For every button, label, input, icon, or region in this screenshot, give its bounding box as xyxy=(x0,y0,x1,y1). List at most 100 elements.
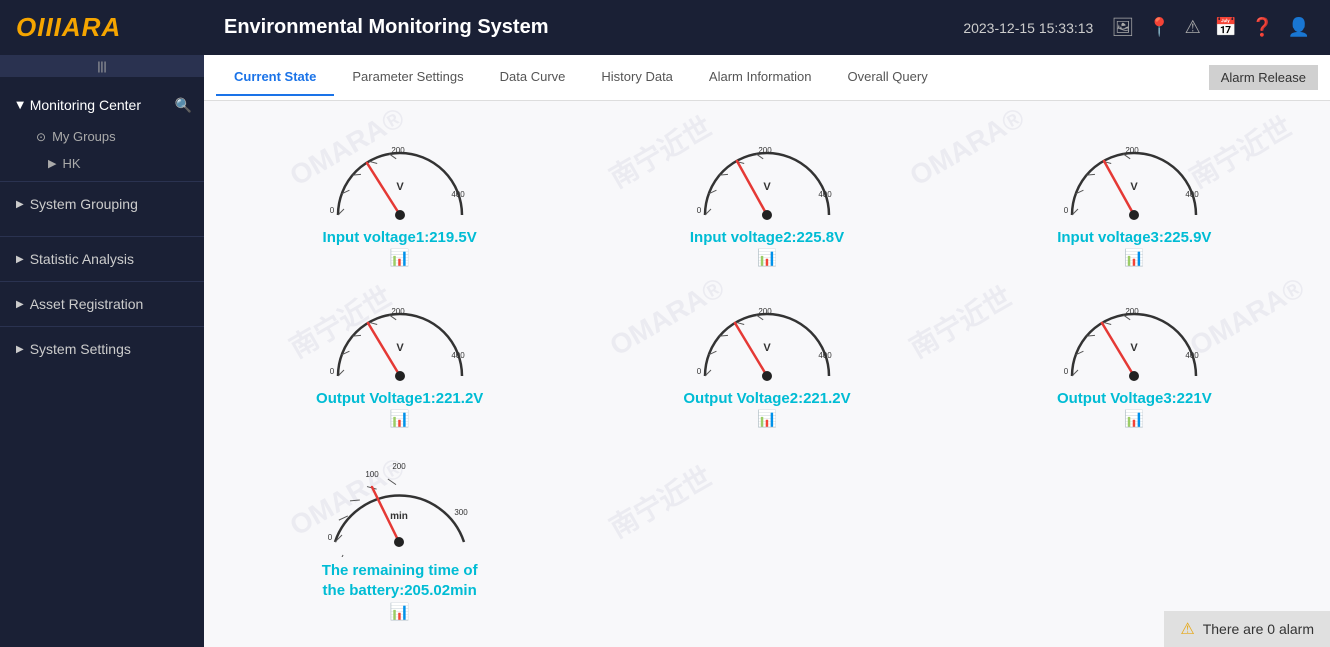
asset-arrow-icon: ▶ xyxy=(16,299,24,310)
tab-current-state[interactable]: Current State xyxy=(216,59,334,96)
svg-text:400: 400 xyxy=(818,190,832,199)
bar-chart-icon-4: 📊 xyxy=(390,409,410,429)
svg-text:min: min xyxy=(390,511,408,522)
svg-text:400: 400 xyxy=(1186,190,1200,199)
svg-text:V: V xyxy=(396,342,404,354)
gauge-svg-output-voltage-2: 0 200 400 V xyxy=(687,286,847,386)
svg-text:0: 0 xyxy=(1064,206,1069,215)
gauge-label-battery-time: The remaining time of the battery:205.02… xyxy=(315,561,485,600)
location-icon[interactable]: 📍 xyxy=(1148,17,1170,38)
topbar: Environmental Monitoring System 2023-12-… xyxy=(204,0,1330,55)
sidebar-item-my-groups[interactable]: ⊙ My Groups xyxy=(20,123,204,150)
logo-area: OIIIARA xyxy=(0,0,204,55)
svg-text:V: V xyxy=(763,342,771,354)
svg-text:400: 400 xyxy=(1186,351,1200,360)
user-icon[interactable]: 👤 xyxy=(1288,17,1310,38)
gauge-label-output-voltage-1: Output Voltage1:221.2V xyxy=(316,390,483,407)
tab-data-curve[interactable]: Data Curve xyxy=(482,59,584,96)
svg-text:0: 0 xyxy=(697,367,702,376)
gauge-svg-output-voltage-3: 0 200 400 V xyxy=(1054,286,1214,386)
settings-arrow-icon: ▶ xyxy=(16,344,24,355)
gauge-output-voltage-1: 0 200 400 V Output Voltage1:221.2V 📊 xyxy=(224,278,575,431)
monitoring-center-section: ▶ Monitoring Center 🔍 ⊙ My Groups ▶ HK ▶… xyxy=(0,77,204,232)
gauge-output-voltage-3: 0 200 400 V Output Voltage3:221V 📊 xyxy=(959,278,1310,431)
gauge-input-voltage-2: 0 200 400 V Input voltage2:225.8V 📊 xyxy=(591,117,942,270)
svg-text:200: 200 xyxy=(392,462,406,471)
svg-text:V: V xyxy=(1131,181,1139,193)
gauge-label-output-voltage-3: Output Voltage3:221V xyxy=(1057,390,1212,407)
svg-text:V: V xyxy=(396,181,404,193)
sidebar-item-system-settings[interactable]: ▶ System Settings xyxy=(0,331,204,367)
datetime-display: 2023-12-15 15:33:13 xyxy=(963,20,1093,36)
tab-history-data[interactable]: History Data xyxy=(583,59,691,96)
gauge-battery-time: 0 100 200 300 min The remaining time of … xyxy=(224,439,575,624)
statistic-arrow-icon: ▶ xyxy=(16,254,24,265)
bar-chart-icon-3: 📊 xyxy=(1124,248,1144,268)
content-area: OMARA® 南宁近世 OMARA® 南宁近世 南宁近世 OMARA® 南宁近世… xyxy=(204,101,1330,647)
help-icon[interactable]: ❓ xyxy=(1251,17,1273,38)
sidebar-item-statistic-analysis[interactable]: ▶ Statistic Analysis xyxy=(0,241,204,277)
svg-text:200: 200 xyxy=(1126,146,1140,155)
arrow-icon: ▶ xyxy=(14,101,25,109)
svg-text:V: V xyxy=(763,181,771,193)
bar-chart-icon-2: 📊 xyxy=(757,248,777,268)
gauge-label-input-voltage-2: Input voltage2:225.8V xyxy=(690,229,844,246)
gauge-svg-input-voltage-1: 0 200 400 V xyxy=(320,125,480,225)
svg-text:0: 0 xyxy=(328,533,333,542)
gauge-svg-output-voltage-1: 0 200 400 V xyxy=(320,286,480,386)
warning-triangle-icon: ⚠ xyxy=(1180,619,1194,639)
alarm-text: There are 0 alarm xyxy=(1203,621,1314,637)
svg-text:V: V xyxy=(1131,342,1139,354)
bar-chart-icon-1: 📊 xyxy=(390,248,410,268)
search-icon[interactable]: 🔍 xyxy=(175,97,192,114)
nav-tabs: Current State Parameter Settings Data Cu… xyxy=(204,55,1330,101)
svg-text:0: 0 xyxy=(1064,367,1069,376)
image-icon[interactable]: 🖼 xyxy=(1111,17,1134,38)
gauge-svg-input-voltage-3: 0 200 400 V xyxy=(1054,125,1214,225)
svg-text:200: 200 xyxy=(1126,307,1140,316)
gauge-label-input-voltage-3: Input voltage3:225.9V xyxy=(1057,229,1211,246)
hk-arrow-icon: ▶ xyxy=(48,157,56,170)
gauge-input-voltage-3: 0 200 400 V Input voltage3:225.9V 📊 xyxy=(959,117,1310,270)
alarm-bar: ⚠ There are 0 alarm xyxy=(1164,611,1330,647)
tab-overall-query[interactable]: Overall Query xyxy=(830,59,946,96)
svg-text:400: 400 xyxy=(451,190,465,199)
svg-text:400: 400 xyxy=(818,351,832,360)
main-content: Environmental Monitoring System 2023-12-… xyxy=(204,0,1330,647)
svg-text:0: 0 xyxy=(329,206,334,215)
tab-alarm-information[interactable]: Alarm Information xyxy=(691,59,830,96)
sidebar-item-system-grouping[interactable]: ▶ System Grouping xyxy=(0,186,204,222)
gauge-svg-input-voltage-2: 0 200 400 V xyxy=(687,125,847,225)
svg-text:200: 200 xyxy=(758,146,772,155)
sidebar-collapse-button[interactable]: ||| xyxy=(0,55,204,77)
gauge-input-voltage-1: 0 200 400 V Input voltage1:219.5V 📊 xyxy=(224,117,575,270)
alarm-release-button[interactable]: Alarm Release xyxy=(1209,65,1318,90)
app-title: Environmental Monitoring System xyxy=(224,16,548,39)
svg-text:200: 200 xyxy=(391,307,405,316)
sidebar-item-monitoring-center[interactable]: ▶ Monitoring Center 🔍 xyxy=(0,87,204,123)
bar-chart-icon-5: 📊 xyxy=(757,409,777,429)
gauge-output-voltage-2: 0 200 400 V Output Voltage2:221.2V 📊 xyxy=(591,278,942,431)
svg-text:200: 200 xyxy=(758,307,772,316)
svg-text:200: 200 xyxy=(391,146,405,155)
monitoring-center-submenu: ⊙ My Groups ▶ HK xyxy=(0,123,204,177)
topbar-right: 2023-12-15 15:33:13 🖼 📍 ⚠ 📅 ❓ 👤 xyxy=(963,17,1310,38)
gauge-svg-battery: 0 100 200 300 min xyxy=(317,447,482,557)
calendar-icon[interactable]: 📅 xyxy=(1215,17,1237,38)
svg-text:300: 300 xyxy=(454,508,468,517)
topbar-icons: 🖼 📍 ⚠ 📅 ❓ 👤 xyxy=(1111,17,1310,38)
svg-text:400: 400 xyxy=(451,351,465,360)
system-grouping-arrow-icon: ▶ xyxy=(16,199,24,210)
logo: OIIIARA xyxy=(16,12,121,43)
gauge-grid: 0 200 400 V Input voltage1:219.5V 📊 xyxy=(224,117,1310,624)
sidebar-item-asset-registration[interactable]: ▶ Asset Registration xyxy=(0,286,204,322)
warning-icon[interactable]: ⚠ xyxy=(1185,17,1201,38)
bar-chart-icon-6: 📊 xyxy=(1124,409,1144,429)
gauge-label-input-voltage-1: Input voltage1:219.5V xyxy=(323,229,477,246)
gauge-label-output-voltage-2: Output Voltage2:221.2V xyxy=(683,390,850,407)
svg-text:0: 0 xyxy=(329,367,334,376)
bar-chart-icon-7: 📊 xyxy=(390,602,410,622)
svg-text:0: 0 xyxy=(697,206,702,215)
tab-parameter-settings[interactable]: Parameter Settings xyxy=(334,59,481,96)
sidebar-item-hk[interactable]: ▶ HK xyxy=(20,150,204,177)
